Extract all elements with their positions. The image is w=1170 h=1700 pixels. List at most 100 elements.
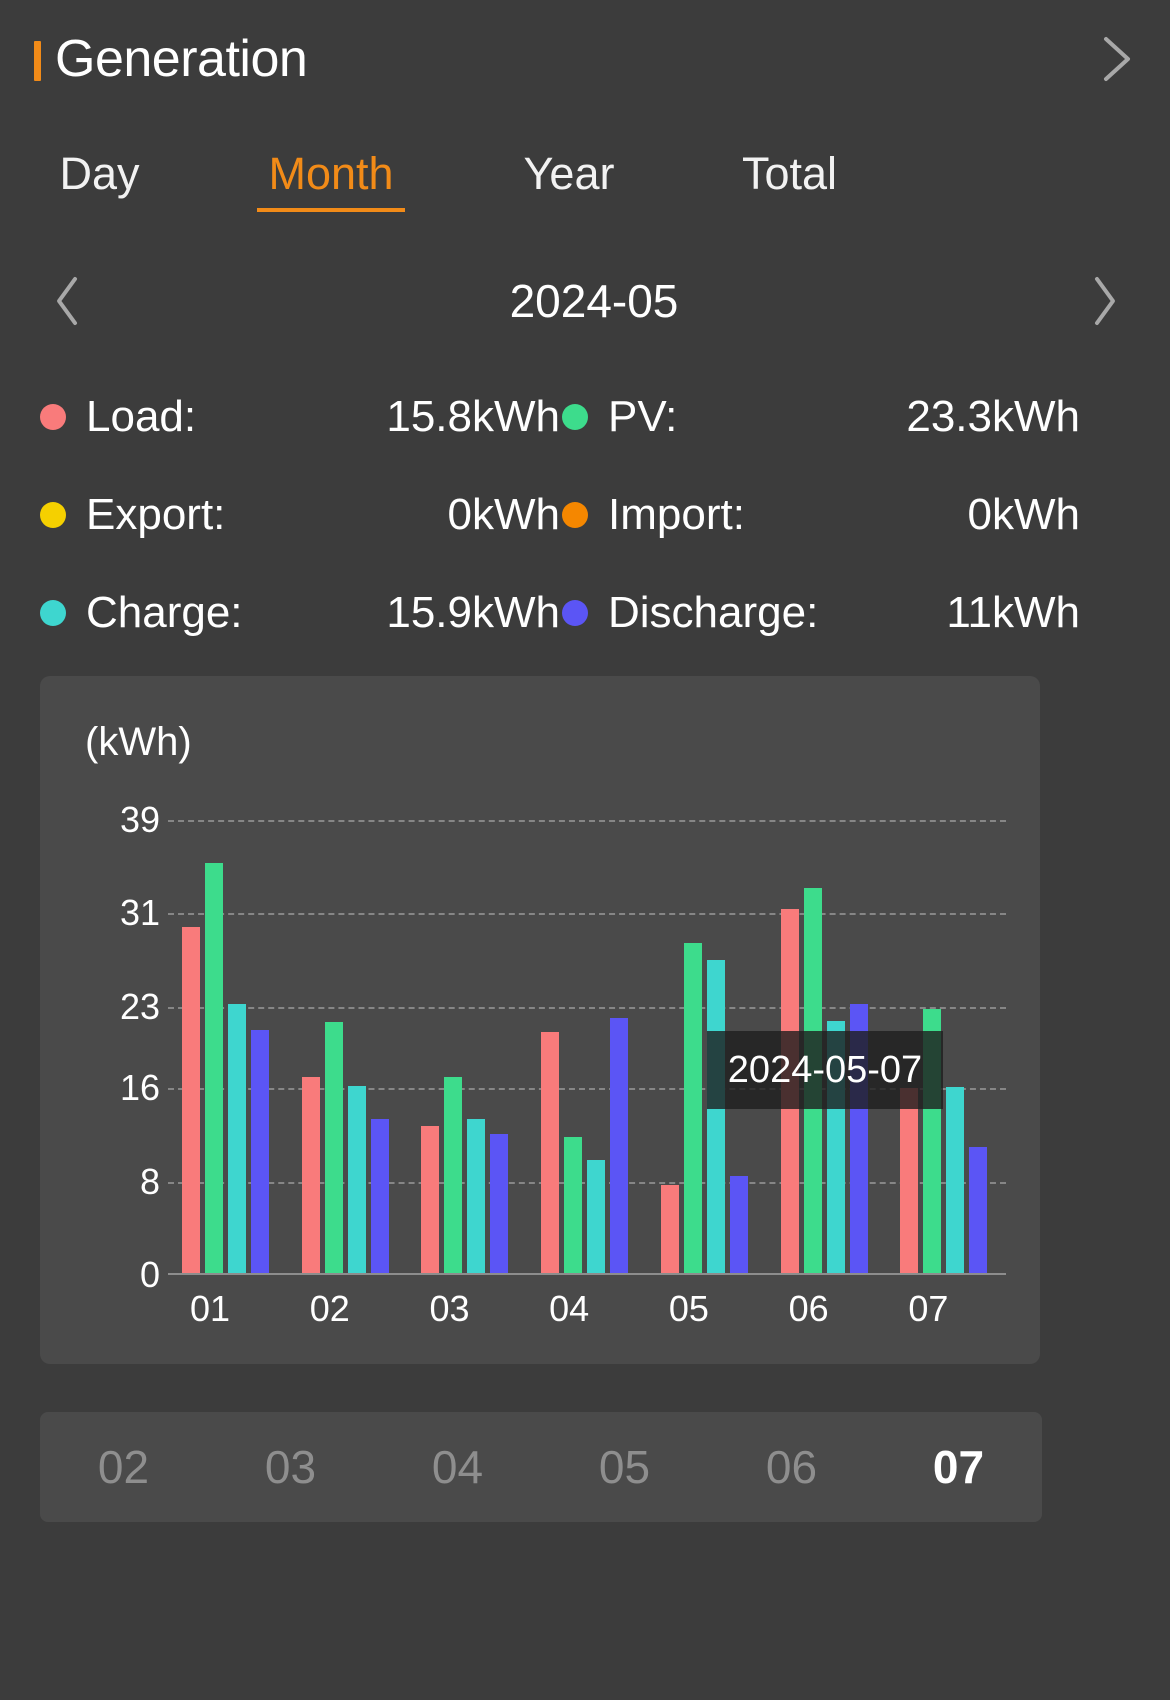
export-color-dot [40,502,66,528]
x-axis-tick-label: 07 [908,1288,949,1329]
page-header: Generation [0,0,1170,118]
bar-group[interactable] [168,820,288,1275]
period-tabs: Day Month Year Total [0,148,1170,240]
title-accent-bar [34,41,41,81]
bar-charge[interactable] [587,1159,606,1275]
stat-load-value: 15.8kWh [386,392,560,441]
x-axis-tick-label: 02 [309,1288,350,1329]
generation-screen: Generation Day Month Year Total 2024-05 … [0,0,1170,1700]
stat-charge-value: 15.9kWh [386,588,560,637]
tab-year[interactable]: Year [494,148,644,212]
chevron-left-icon[interactable] [48,274,88,328]
day-picker-item-label: 03 [264,1441,317,1493]
stat-export-label: Export: [86,490,226,539]
tab-total[interactable]: Total [712,148,867,212]
bar-load[interactable] [182,927,200,1275]
discharge-color-dot [562,600,588,626]
bar-load[interactable] [660,1185,679,1275]
bar-pv[interactable] [683,942,702,1275]
day-picker-item[interactable]: 02 [40,1440,207,1494]
stat-import-value: 0kWh [967,490,1080,539]
load-color-dot [40,404,66,430]
chart-unit-label: (kWh) [85,720,192,764]
bar-charge[interactable] [946,1087,965,1275]
chart-tooltip: 2024-05-07 [707,1031,943,1109]
tab-total-label: Total [741,148,838,199]
bar-discharge[interactable] [251,1030,269,1275]
bar-load[interactable] [541,1032,560,1275]
stat-discharge-label: Discharge: [608,588,819,637]
page-title: Generation [34,29,308,89]
day-picker-item-label: 02 [97,1441,150,1493]
y-axis-tick-label: 39 [119,799,160,840]
bar-pv[interactable] [205,863,223,1275]
day-picker[interactable]: 02 03 04 05 06 07 [40,1412,1042,1522]
tab-year-label: Year [523,148,615,199]
day-picker-item-label: 05 [598,1441,651,1493]
y-axis-tick-label: 0 [139,1254,160,1295]
stat-charge: Charge: 15.9kWh [40,564,560,662]
bar-group[interactable] [527,820,647,1275]
tab-month-underline [257,208,405,212]
pv-color-dot [562,404,588,430]
stat-load-label: Load: [86,392,197,441]
chevron-right-icon-date[interactable] [1084,274,1124,328]
stat-pv: PV: 23.3kWh [562,368,1080,466]
bar-charge[interactable] [228,1004,246,1275]
stat-row: Export: 0kWh Import: 0kWh [0,466,1170,564]
x-axis-tick-label: 03 [429,1288,470,1329]
bar-load[interactable] [421,1125,440,1275]
bar-discharge[interactable] [729,1175,748,1275]
chevron-right-icon[interactable] [1100,34,1134,84]
stat-pv-label: PV: [608,392,678,441]
tab-day[interactable]: Day [22,148,177,212]
stat-row: Charge: 15.9kWh Discharge: 11kWh [0,564,1170,662]
x-axis-tick-label: 04 [549,1288,590,1329]
date-navigator: 2024-05 [0,262,1170,340]
stat-pv-value: 23.3kWh [906,392,1080,441]
bar-charge[interactable] [467,1118,486,1275]
stat-import-label: Import: [608,490,745,539]
y-axis-tick-label: 23 [119,985,160,1027]
x-axis-tick-label: 01 [190,1288,231,1329]
bar-discharge[interactable] [490,1133,509,1275]
day-picker-item[interactable]: 07 [875,1425,1042,1509]
bar-discharge[interactable] [370,1118,389,1275]
selected-date-label: 2024-05 [509,275,679,327]
bar-load[interactable] [900,1088,919,1275]
bar-load[interactable] [301,1076,320,1275]
y-axis-tick-label: 31 [119,892,160,934]
chart-tooltip-text: 2024-05-07 [727,1048,923,1091]
stat-discharge: Discharge: 11kWh [562,564,1080,662]
stat-load: Load: 15.8kWh [40,368,560,466]
x-axis-tick-label: 06 [788,1288,829,1329]
bar-group[interactable] [407,820,527,1275]
day-picker-item-label: 07 [932,1441,985,1493]
y-axis-tick-label: 8 [139,1160,160,1202]
stat-charge-label: Charge: [86,588,243,637]
chart-card: (kWh) 0 8 16 23 31 39 01 02 03 04 05 06 07 2024-05-… [40,676,1040,1364]
tab-day-label: Day [59,148,140,199]
bar-charge[interactable] [347,1086,366,1275]
day-picker-item[interactable]: 03 [207,1440,374,1494]
day-picker-item[interactable]: 06 [708,1440,875,1494]
bar-group[interactable] [288,820,408,1275]
bar-charge[interactable] [706,960,725,1275]
stat-import: Import: 0kWh [562,466,1080,564]
y-axis-tick-label: 16 [119,1067,160,1109]
chart-x-axis-line [168,1273,1006,1275]
day-picker-item[interactable]: 05 [541,1440,708,1494]
day-picker-item-label: 06 [765,1441,818,1493]
stat-export: Export: 0kWh [40,466,560,564]
page-title-label: Generation [55,30,308,88]
stat-row: Load: 15.8kWh PV: 23.3kWh [0,368,1170,466]
day-picker-item[interactable]: 04 [374,1440,541,1494]
bar-discharge[interactable] [969,1146,988,1275]
bar-discharge[interactable] [610,1018,629,1275]
import-color-dot [562,502,588,528]
chart-x-axis-labels: 01 02 03 04 05 06 07 [168,1288,1006,1330]
bar-pv[interactable] [324,1021,343,1275]
bar-pv[interactable] [564,1137,583,1275]
tab-month[interactable]: Month [255,148,407,212]
bar-pv[interactable] [444,1076,463,1275]
